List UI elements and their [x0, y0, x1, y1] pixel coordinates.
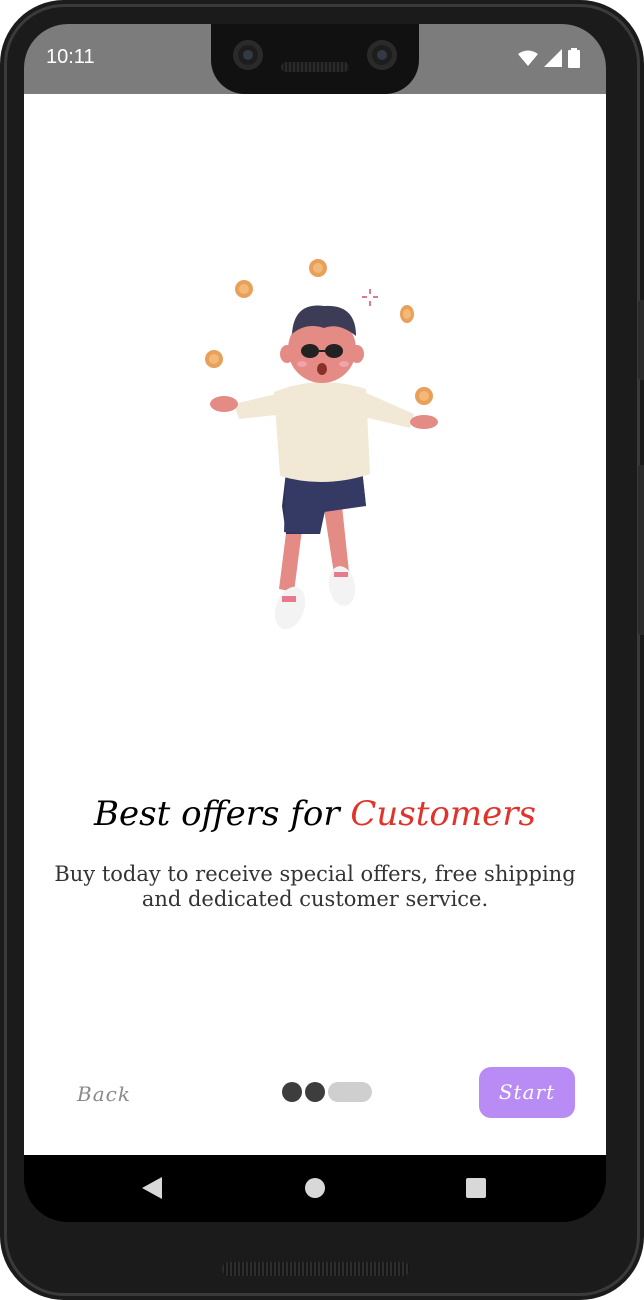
page-dot[interactable] — [282, 1082, 302, 1102]
title-prefix: Best offers for — [94, 794, 351, 834]
status-icons — [518, 48, 580, 68]
sparkle-icon — [362, 289, 378, 306]
back-triangle-icon[interactable] — [140, 1175, 164, 1201]
back-button[interactable]: Back — [64, 1076, 144, 1112]
man-juggling-coins-illustration — [205, 259, 438, 630]
power-button — [638, 465, 644, 635]
status-bar: 10:11 — [24, 24, 606, 94]
coin-icon — [205, 350, 223, 368]
page-dot[interactable] — [305, 1082, 325, 1102]
screen: 10:11 Best offers for Customers Buy toda… — [24, 24, 606, 1222]
page-dot-active[interactable] — [328, 1082, 372, 1102]
coin-icon — [400, 305, 414, 323]
notch — [211, 24, 419, 94]
earpiece-speaker — [281, 62, 349, 72]
status-time: 10:11 — [46, 46, 95, 68]
home-circle-icon[interactable] — [303, 1175, 327, 1201]
title-accent: Customers — [350, 794, 536, 834]
system-nav-bar — [24, 1155, 606, 1222]
front-camera-icon — [367, 40, 397, 70]
coin-icon — [235, 280, 253, 298]
onboarding-screen: Best offers for Customers Buy today to r… — [24, 94, 606, 1155]
bottom-speaker — [222, 1262, 410, 1276]
coin-icon — [309, 259, 327, 277]
start-button[interactable]: Start — [479, 1067, 575, 1118]
phone-frame: 10:11 Best offers for Customers Buy toda… — [0, 0, 644, 1300]
page-indicator — [282, 1082, 372, 1102]
battery-icon — [568, 48, 580, 68]
recents-square-icon[interactable] — [464, 1175, 488, 1201]
wifi-icon — [518, 50, 538, 66]
signal-icon — [544, 49, 562, 67]
front-camera-icon — [233, 40, 263, 70]
page-subtitle: Buy today to receive special offers, fre… — [54, 862, 576, 911]
page-title: Best offers for Customers — [24, 794, 606, 834]
volume-button — [638, 300, 644, 380]
coin-icon — [415, 387, 433, 405]
